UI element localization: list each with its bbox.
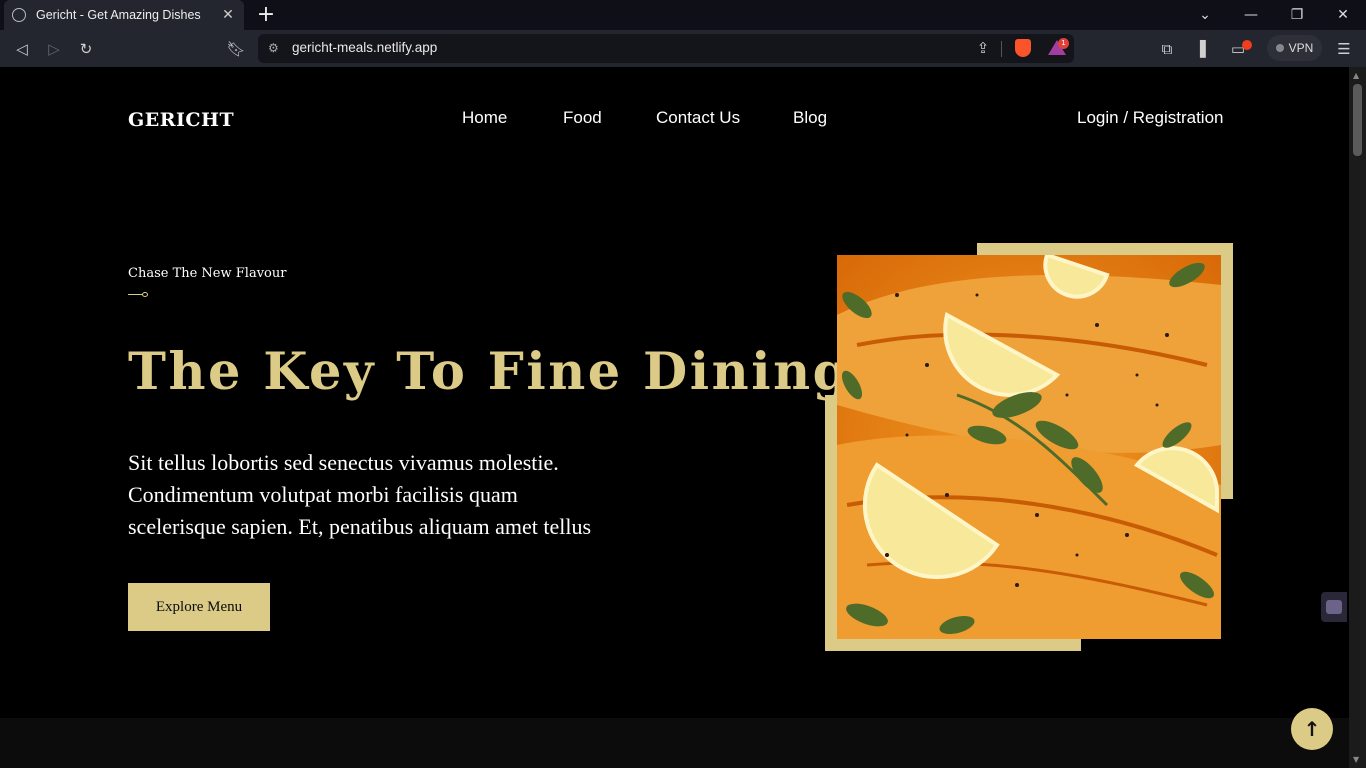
scroll-down-icon[interactable]: ▼ xyxy=(1353,755,1359,764)
divider xyxy=(1001,41,1002,57)
nav-food[interactable]: Food xyxy=(563,108,602,128)
back-icon[interactable]: ◁ xyxy=(12,39,32,59)
menu-icon[interactable]: ☰ xyxy=(1334,39,1354,59)
extension-widget[interactable] xyxy=(1321,592,1347,622)
hero-subtitle: Chase The New Flavour xyxy=(128,266,287,281)
next-section xyxy=(0,718,1349,768)
window-close-button[interactable]: ✕ xyxy=(1320,0,1366,30)
tab-title: Gericht - Get Amazing Dishes xyxy=(36,8,201,22)
browser-toolbar: ◁ ▷ ↻ 🔖︎ ⚙ gericht-meals.netlify.app ⇪ 1… xyxy=(0,30,1366,67)
vpn-status-icon xyxy=(1275,44,1284,52)
hero-food-image xyxy=(837,255,1221,639)
url-text[interactable]: gericht-meals.netlify.app xyxy=(292,40,437,55)
scroll-to-top-button[interactable]: ↑ xyxy=(1291,708,1333,750)
hero-paragraph: Sit tellus lobortis sed senectus vivamus… xyxy=(128,450,592,539)
page-scrollbar[interactable]: ▲ ▼ xyxy=(1349,67,1366,768)
extensions-icon[interactable]: ⧉ xyxy=(1157,39,1177,59)
restore-button[interactable]: ❐ xyxy=(1274,0,1320,30)
spoon-head xyxy=(142,292,148,297)
nav-home[interactable]: Home xyxy=(462,108,507,128)
address-bar[interactable]: ⚙ gericht-meals.netlify.app ⇪ 1 xyxy=(258,34,1074,63)
browser-tab[interactable]: Gericht - Get Amazing Dishes ✕ xyxy=(4,0,244,30)
bookmark-icon[interactable]: 🔖︎ xyxy=(226,39,246,59)
nav-contact-us[interactable]: Contact Us xyxy=(656,108,740,128)
new-tab-button[interactable]: + xyxy=(256,3,276,27)
web-page: GERICHT Home Food Contact Us Blog Login … xyxy=(0,67,1349,768)
rewards-badge: 1 xyxy=(1058,38,1069,49)
share-icon[interactable]: ⇪ xyxy=(973,38,993,58)
brave-shields-icon[interactable] xyxy=(1015,39,1031,57)
minimize-button[interactable]: — xyxy=(1228,0,1274,30)
forward-icon[interactable]: ▷ xyxy=(44,39,64,59)
tab-search-chevron-icon[interactable]: ⌄ xyxy=(1182,0,1228,30)
hero-headline: The Key To Fine Dining xyxy=(128,342,851,402)
close-tab-icon[interactable]: ✕ xyxy=(220,7,236,23)
login-registration-link[interactable]: Login / Registration xyxy=(1077,108,1223,128)
globe-icon xyxy=(12,8,26,22)
sidebar-icon[interactable]: ▐ xyxy=(1190,39,1210,59)
vpn-button[interactable]: VPN xyxy=(1267,35,1322,61)
site-info-icon[interactable]: ⚙ xyxy=(268,41,282,55)
vpn-label: VPN xyxy=(1288,41,1314,55)
explore-menu-button[interactable]: Explore Menu xyxy=(128,583,270,631)
tab-strip: Gericht - Get Amazing Dishes ✕ + ⌄ — ❐ ✕ xyxy=(0,0,1366,30)
widget-icon xyxy=(1326,600,1342,614)
wallet-badge xyxy=(1242,40,1252,50)
scrollbar-thumb[interactable] xyxy=(1353,84,1362,156)
spoon-divider-icon xyxy=(128,294,142,295)
reload-icon[interactable]: ↻ xyxy=(76,39,96,59)
site-logo[interactable]: GERICHT xyxy=(128,109,234,131)
nav-blog[interactable]: Blog xyxy=(793,108,827,128)
scroll-up-icon[interactable]: ▲ xyxy=(1353,71,1359,80)
